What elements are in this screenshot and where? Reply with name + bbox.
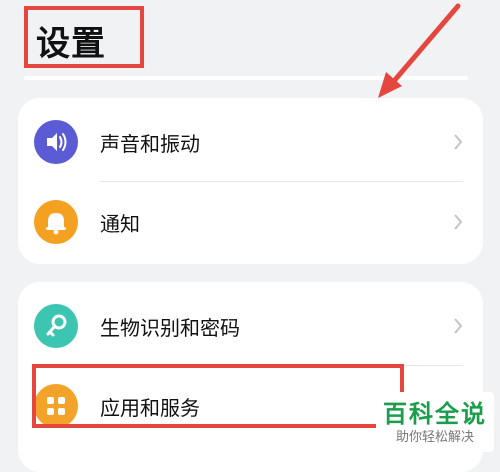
settings-item-sound-vibration[interactable]: 声音和振动 xyxy=(18,102,483,182)
bell-icon xyxy=(34,200,78,244)
chevron-right-icon xyxy=(454,134,463,150)
annotation-apps-box xyxy=(32,364,404,428)
watermark: 百科全说 助你轻松解决 xyxy=(376,392,494,452)
settings-item-label: 通知 xyxy=(100,212,140,236)
settings-item-notifications[interactable]: 通知 xyxy=(18,182,483,262)
settings-item-label: 声音和振动 xyxy=(100,132,200,156)
chevron-right-icon xyxy=(454,318,463,334)
chevron-right-icon xyxy=(454,214,463,230)
settings-card-sound-notify: 声音和振动 通知 xyxy=(18,98,483,264)
speaker-icon xyxy=(34,120,78,164)
settings-item-biometrics-password[interactable]: 生物识别和密码 xyxy=(18,286,483,366)
watermark-subtitle: 助你轻松解决 xyxy=(395,430,474,445)
key-icon xyxy=(34,304,78,348)
settings-item-label: 生物识别和密码 xyxy=(100,316,240,340)
watermark-title: 百科全说 xyxy=(383,400,487,428)
